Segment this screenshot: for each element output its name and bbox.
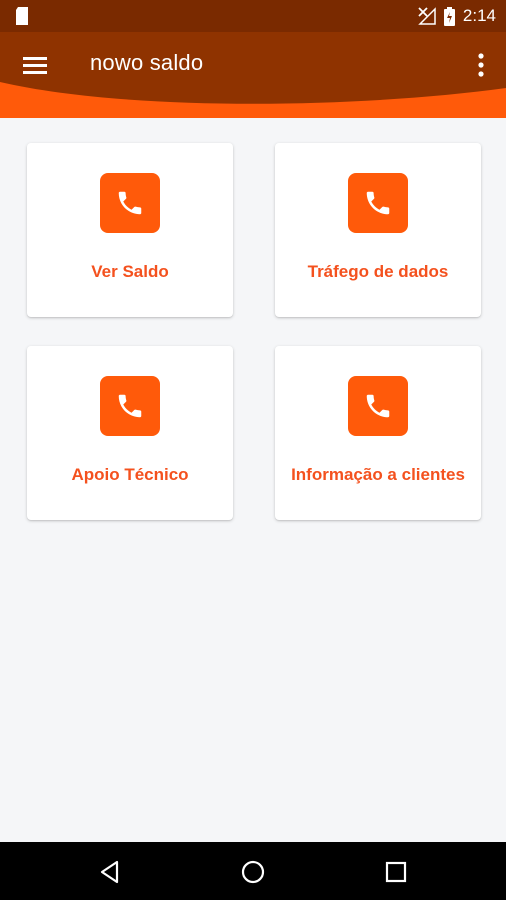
recents-icon[interactable] [383, 859, 409, 885]
no-signal-icon [418, 7, 436, 25]
card-trafego-de-dados[interactable]: Tráfego de dados [275, 143, 481, 317]
card-label: Apoio Técnico [71, 465, 189, 484]
card-label: Ver Saldo [91, 262, 169, 281]
app-bar: nowo saldo [0, 32, 506, 118]
more-vert-icon[interactable] [476, 51, 486, 79]
system-nav-bar [0, 842, 506, 900]
home-icon[interactable] [240, 859, 266, 885]
back-icon[interactable] [97, 859, 123, 885]
phone-icon [348, 376, 408, 436]
page-title: nowo saldo [90, 50, 204, 75]
battery-charging-icon [443, 6, 455, 26]
phone-icon [348, 173, 408, 233]
card-apoio-tecnico[interactable]: Apoio Técnico [27, 346, 233, 520]
app-bar-wave-decoration [0, 82, 506, 118]
status-bar: 2:14 [0, 0, 506, 32]
card-label: Tráfego de dados [307, 262, 449, 281]
phone-icon [100, 376, 160, 436]
phone-icon [100, 173, 160, 233]
card-informacao-a-clientes[interactable]: Informação a clientes [275, 346, 481, 520]
card-label: Informação a clientes [291, 465, 465, 484]
status-time: 2:14 [462, 6, 496, 25]
card-ver-saldo[interactable]: Ver Saldo [27, 143, 233, 317]
sim-card-icon [16, 7, 28, 25]
hamburger-menu-icon[interactable] [22, 53, 48, 79]
